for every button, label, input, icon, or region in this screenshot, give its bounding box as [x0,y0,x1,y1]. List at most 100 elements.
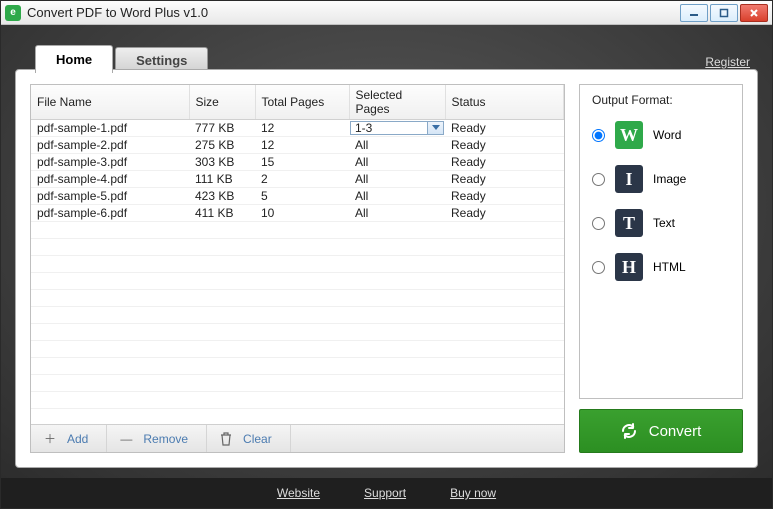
table-row[interactable]: pdf-sample-2.pdf275 KB12AllReady [31,137,564,154]
cell-pages: 12 [255,137,349,154]
cell-selected: All [349,171,445,188]
cell-size: 111 KB [189,171,255,188]
cell-size: 777 KB [189,120,255,137]
format-radio-text[interactable] [592,217,605,230]
cell-selected: All [349,137,445,154]
cell-size: 423 KB [189,188,255,205]
table-row[interactable]: pdf-sample-6.pdf411 KB10AllReady [31,205,564,222]
remove-label: Remove [143,432,188,446]
output-format-title: Output Format: [592,93,730,107]
footer: Website Support Buy now [1,478,772,508]
table-row[interactable]: pdf-sample-4.pdf111 KB2AllReady [31,171,564,188]
word-icon: W [615,121,643,149]
register-link[interactable]: Register [705,55,750,69]
file-table-container: File Name Size Total Pages Selected Page… [30,84,565,453]
table-row-empty [31,341,564,358]
table-row-empty [31,239,564,256]
table-row[interactable]: pdf-sample-3.pdf303 KB15AllReady [31,154,564,171]
format-radio-html[interactable] [592,261,605,274]
format-option-word[interactable]: W Word [592,121,730,149]
cell-status: Ready [445,188,564,205]
format-radio-word[interactable] [592,129,605,142]
cell-file: pdf-sample-6.pdf [31,205,189,222]
app-window: e Convert PDF to Word Plus v1.0 Register… [0,0,773,509]
cell-status: Ready [445,120,564,137]
cell-pages: 12 [255,120,349,137]
convert-label: Convert [649,423,702,440]
cell-status: Ready [445,154,564,171]
main-panel: File Name Size Total Pages Selected Page… [15,69,758,468]
minus-icon: — [119,432,133,446]
cell-status: Ready [445,171,564,188]
window-title: Convert PDF to Word Plus v1.0 [27,5,680,20]
table-row-empty [31,222,564,239]
cell-pages: 2 [255,171,349,188]
table-row-empty [31,375,564,392]
cell-size: 411 KB [189,205,255,222]
format-label-image: Image [653,172,686,186]
cell-size: 303 KB [189,154,255,171]
cell-status: Ready [445,205,564,222]
format-option-text[interactable]: T Text [592,209,730,237]
col-file-name[interactable]: File Name [31,85,189,120]
format-label-text: Text [653,216,675,230]
file-table: File Name Size Total Pages Selected Page… [31,85,564,409]
maximize-icon [719,8,729,18]
footer-buy-link[interactable]: Buy now [450,486,496,500]
table-toolbar: ＋ Add — Remove Clear [31,424,564,452]
cell-file: pdf-sample-3.pdf [31,154,189,171]
cell-file: pdf-sample-1.pdf [31,120,189,137]
table-row-empty [31,307,564,324]
footer-support-link[interactable]: Support [364,486,406,500]
cell-status: Ready [445,137,564,154]
table-row[interactable]: pdf-sample-5.pdf423 KB5AllReady [31,188,564,205]
maximize-button[interactable] [710,4,738,22]
cell-size: 275 KB [189,137,255,154]
cell-pages: 15 [255,154,349,171]
app-icon: e [5,5,21,21]
cell-selected: All [349,188,445,205]
output-format-box: Output Format: W Word I Image [579,84,743,399]
text-icon: T [615,209,643,237]
cell-selected: All [349,154,445,171]
clear-label: Clear [243,432,272,446]
close-icon [749,8,759,18]
tab-home[interactable]: Home [35,45,113,73]
titlebar: e Convert PDF to Word Plus v1.0 [1,1,772,25]
table-row-empty [31,324,564,341]
table-row-empty [31,358,564,375]
plus-icon: ＋ [43,430,57,447]
trash-icon [219,432,233,446]
col-selected-pages[interactable]: Selected Pages [349,85,445,120]
selected-pages-combo[interactable]: 1-3 [349,120,445,137]
add-label: Add [67,432,88,446]
cell-selected: All [349,205,445,222]
html-icon: H [615,253,643,281]
format-option-image[interactable]: I Image [592,165,730,193]
col-total-pages[interactable]: Total Pages [255,85,349,120]
format-label-html: HTML [653,260,686,274]
format-option-html[interactable]: H HTML [592,253,730,281]
image-icon: I [615,165,643,193]
chevron-down-icon[interactable] [427,122,443,134]
close-button[interactable] [740,4,768,22]
format-radio-image[interactable] [592,173,605,186]
window-buttons [680,4,768,22]
col-size[interactable]: Size [189,85,255,120]
cell-file: pdf-sample-4.pdf [31,171,189,188]
table-row[interactable]: pdf-sample-1.pdf777 KB121-3Ready [31,120,564,137]
footer-website-link[interactable]: Website [277,486,320,500]
minimize-button[interactable] [680,4,708,22]
table-row-empty [31,273,564,290]
convert-button[interactable]: Convert [579,409,743,453]
cell-pages: 5 [255,188,349,205]
col-status[interactable]: Status [445,85,564,120]
add-button[interactable]: ＋ Add [31,425,107,452]
cell-file: pdf-sample-2.pdf [31,137,189,154]
remove-button[interactable]: — Remove [107,425,207,452]
cell-file: pdf-sample-5.pdf [31,188,189,205]
format-label-word: Word [653,128,681,142]
clear-button[interactable]: Clear [207,425,291,452]
table-row-empty [31,256,564,273]
cell-pages: 10 [255,205,349,222]
